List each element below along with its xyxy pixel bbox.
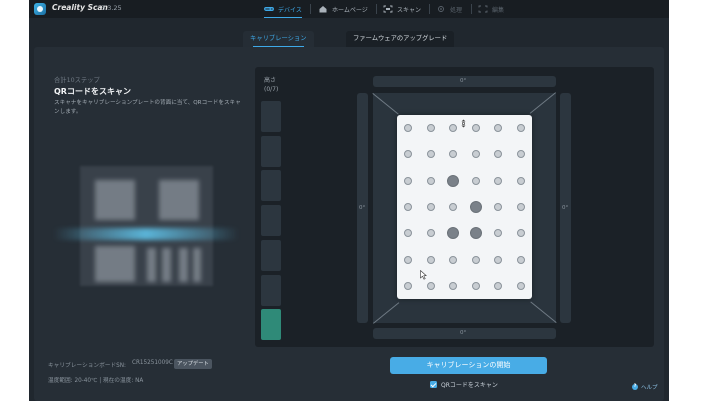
help-icon: ? [632,384,638,390]
tab-firmware-upgrade[interactable]: ファームウェアのアップグレード [346,31,455,47]
height-progress-count: (0/7) [264,86,279,93]
board-sn-label: キャリブレーションボードSN: [48,363,126,369]
nav-tab-label: ホームページ [332,6,368,14]
qr-finder-pattern [95,180,135,220]
qr-module [193,248,201,282]
calibration-dot [426,124,435,132]
nav-divider [310,4,311,14]
qr-module [179,248,188,282]
calibration-dot [426,229,435,238]
home-icon [319,6,327,13]
temperature-status: 温度範囲: 20-40℃ | 現在の温度: NA [48,378,144,384]
height-segment [261,170,281,202]
help-label: ヘルプ [641,385,658,391]
nav-tab-label: 処理 [450,6,463,14]
mouse-cursor-icon [420,270,427,280]
app-logo-icon [34,3,46,15]
nav-tab-label: スキャン [397,6,422,14]
qr-scan-checkbox-row[interactable]: QRコードをスキャン [430,380,498,389]
calibration-dot [517,255,525,264]
bottom-angle-label: 0° [460,330,467,336]
right-angle-label: 0° [562,205,569,211]
title-bar: Creality Scan 3.3.25 デバイス ホームページ スキャン 処理… [29,0,669,18]
nav-tab-home[interactable]: ホームページ [318,0,368,18]
calibration-dot [426,176,435,185]
calibration-dot [426,281,435,290]
calibration-dot [426,150,435,159]
calibration-dot [404,124,412,132]
app-window: Creality Scan 3.3.25 デバイス ホームページ スキャン 処理… [29,0,669,401]
nav-tab-label: 編集 [492,6,505,14]
height-segment [261,239,281,271]
calibration-dot [426,202,435,211]
calibration-dot [471,176,480,185]
edit-icon [478,5,488,13]
calibration-dot [517,281,525,290]
tab-calibration[interactable]: キャリブレーション [243,31,314,47]
calibration-dot [494,176,503,185]
app-version: 3.3.25 [101,4,122,12]
calibration-dot [449,255,458,264]
height-segment [261,101,281,132]
height-segment [261,135,281,167]
calibration-dot [517,124,525,132]
link-icon [264,7,274,11]
top-angle-label: 0° [460,78,467,84]
nav-divider [429,4,430,14]
scan-icon [383,5,393,13]
qr-finder-pattern [95,246,135,282]
calibration-dot [449,281,458,290]
nav-tab-edit[interactable]: 編集 [478,0,504,18]
rotate-icon [461,119,466,128]
calibration-dot [471,281,480,290]
calibration-dot [471,124,480,132]
qr-scan-checkbox[interactable] [430,381,437,388]
nav-tab-label: デバイス [278,6,302,14]
step-description: スキャナをキャリブレーションプレートの背面に当て、QRコードをスキャンします。 [54,100,241,115]
calibration-dot [404,202,412,211]
board-sn-value: CR15251009C [132,360,173,366]
update-button[interactable]: アップデート [174,359,212,369]
step-count: 合計10ステップ [54,77,100,84]
scan-line [53,228,239,240]
left-angle-label: 0° [359,205,366,211]
calibration-dot [471,255,480,264]
calibration-dot [404,176,412,185]
nav-tab-scan[interactable]: スキャン [383,0,421,18]
qr-finder-pattern [159,180,199,220]
nav-divider [376,4,377,14]
qr-module [162,248,171,282]
step-title: QRコードをスキャン [54,87,131,96]
calibration-board [397,115,532,299]
calibration-dot [517,176,525,185]
calibration-dot [447,174,460,187]
app-name: Creality Scan [52,3,108,12]
calibration-dot [404,281,412,290]
height-segment [261,309,281,341]
height-label: 高さ [264,77,277,84]
nav-tab-process[interactable]: 処理 [436,0,462,18]
qr-module [147,248,156,282]
calibration-dot [426,255,435,264]
qr-scan-label: QRコードをスキャン [441,382,498,389]
height-segment [261,205,281,237]
nav-tab-device[interactable]: デバイス [264,0,302,18]
calibration-dot [469,200,482,213]
calibration-dot [517,202,525,211]
height-segment [261,274,281,306]
calibration-dot [469,227,482,240]
start-calibration-button[interactable]: キャリブレーションの開始 [390,357,547,374]
calibration-dot [404,255,412,264]
process-icon [438,6,444,12]
help-link[interactable]: ? ヘルプ [632,383,658,391]
calibration-dot [494,255,503,264]
nav-divider [471,4,472,14]
